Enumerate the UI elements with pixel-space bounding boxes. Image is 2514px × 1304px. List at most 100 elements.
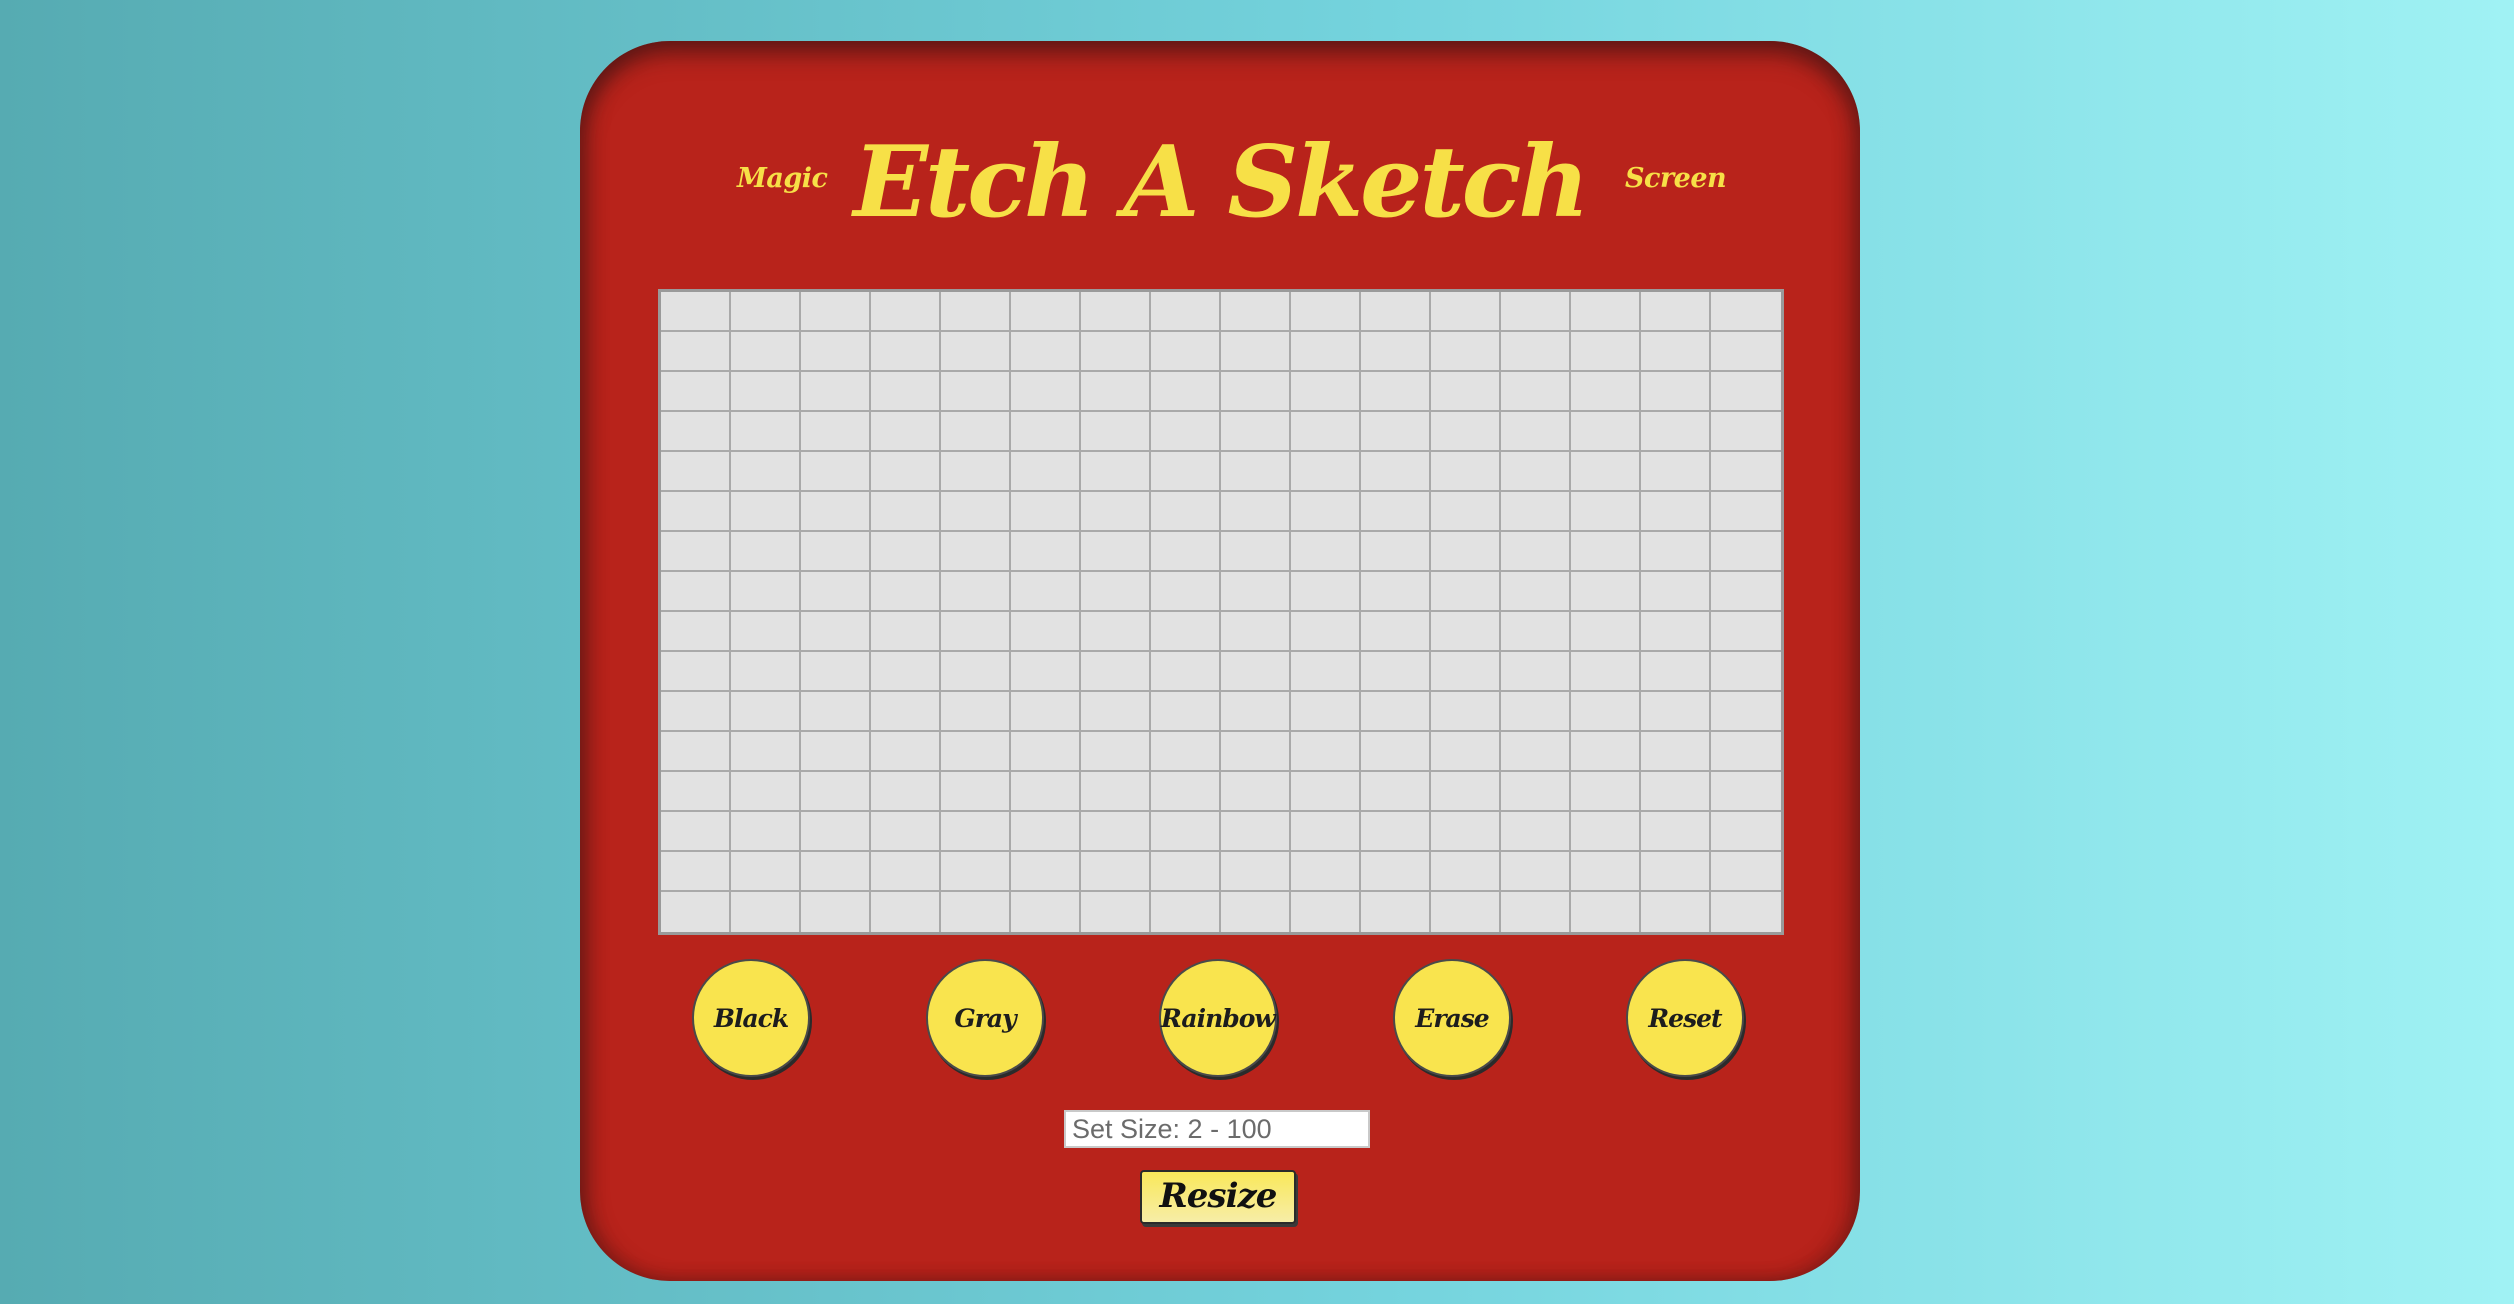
grid-cell[interactable] (1081, 732, 1151, 772)
grid-cell[interactable] (731, 772, 801, 812)
grid-cell[interactable] (1081, 332, 1151, 372)
grid-cell[interactable] (1431, 332, 1501, 372)
grid-cell[interactable] (1711, 412, 1781, 452)
grid-cell[interactable] (801, 652, 871, 692)
grid-cell[interactable] (661, 732, 731, 772)
black-button[interactable]: Black (692, 959, 810, 1077)
grid-cell[interactable] (1571, 812, 1641, 852)
grid-cell[interactable] (1221, 572, 1291, 612)
grid-cell[interactable] (1571, 732, 1641, 772)
grid-cell[interactable] (1571, 492, 1641, 532)
grid-cell[interactable] (1081, 492, 1151, 532)
grid-cell[interactable] (1081, 412, 1151, 452)
grid-cell[interactable] (1291, 372, 1361, 412)
grid-cell[interactable] (1011, 692, 1081, 732)
grid-cell[interactable] (1571, 852, 1641, 892)
grid-cell[interactable] (1641, 332, 1711, 372)
grid-size-input[interactable] (1064, 1110, 1370, 1148)
grid-cell[interactable] (731, 532, 801, 572)
grid-cell[interactable] (1081, 292, 1151, 332)
grid-cell[interactable] (1571, 532, 1641, 572)
grid-cell[interactable] (1641, 492, 1711, 532)
grid-cell[interactable] (1711, 452, 1781, 492)
grid-cell[interactable] (1221, 812, 1291, 852)
grid-cell[interactable] (801, 892, 871, 932)
grid-cell[interactable] (1501, 332, 1571, 372)
grid-cell[interactable] (1081, 532, 1151, 572)
grid-cell[interactable] (801, 692, 871, 732)
grid-cell[interactable] (871, 692, 941, 732)
grid-cell[interactable] (941, 372, 1011, 412)
grid-cell[interactable] (1571, 772, 1641, 812)
grid-cell[interactable] (1291, 612, 1361, 652)
grid-cell[interactable] (1081, 852, 1151, 892)
grid-cell[interactable] (1431, 412, 1501, 452)
grid-cell[interactable] (1291, 732, 1361, 772)
grid-cell[interactable] (1221, 852, 1291, 892)
grid-cell[interactable] (1151, 732, 1221, 772)
grid-cell[interactable] (1011, 892, 1081, 932)
grid-cell[interactable] (661, 452, 731, 492)
grid-cell[interactable] (661, 852, 731, 892)
grid-cell[interactable] (1711, 652, 1781, 692)
grid-cell[interactable] (1431, 732, 1501, 772)
grid-cell[interactable] (871, 292, 941, 332)
grid-cell[interactable] (1501, 812, 1571, 852)
grid-cell[interactable] (731, 812, 801, 852)
grid-cell[interactable] (941, 452, 1011, 492)
grid-cell[interactable] (1361, 812, 1431, 852)
grid-cell[interactable] (941, 892, 1011, 932)
grid-cell[interactable] (941, 772, 1011, 812)
grid-cell[interactable] (1501, 532, 1571, 572)
grid-cell[interactable] (661, 692, 731, 732)
grid-cell[interactable] (1221, 612, 1291, 652)
grid-cell[interactable] (1641, 612, 1711, 652)
grid-cell[interactable] (1711, 812, 1781, 852)
grid-cell[interactable] (1221, 652, 1291, 692)
grid-cell[interactable] (1641, 652, 1711, 692)
grid-cell[interactable] (941, 732, 1011, 772)
grid-cell[interactable] (1431, 572, 1501, 612)
grid-cell[interactable] (731, 372, 801, 412)
grid-cell[interactable] (871, 852, 941, 892)
grid-cell[interactable] (1571, 892, 1641, 932)
grid-cell[interactable] (1291, 772, 1361, 812)
grid-cell[interactable] (1711, 732, 1781, 772)
grid-cell[interactable] (871, 732, 941, 772)
grid-cell[interactable] (1361, 612, 1431, 652)
grid-cell[interactable] (661, 772, 731, 812)
grid-cell[interactable] (731, 452, 801, 492)
grid-cell[interactable] (1711, 612, 1781, 652)
grid-cell[interactable] (661, 332, 731, 372)
grid-cell[interactable] (731, 492, 801, 532)
grid-cell[interactable] (1501, 892, 1571, 932)
grid-cell[interactable] (1431, 372, 1501, 412)
grid-cell[interactable] (1431, 692, 1501, 732)
grid-cell[interactable] (1641, 572, 1711, 612)
grid-cell[interactable] (871, 612, 941, 652)
resize-button[interactable]: Resize (1140, 1170, 1296, 1224)
grid-cell[interactable] (1291, 812, 1361, 852)
grid-cell[interactable] (1431, 612, 1501, 652)
grid-cell[interactable] (1711, 852, 1781, 892)
grid-cell[interactable] (731, 652, 801, 692)
grid-cell[interactable] (1711, 772, 1781, 812)
grid-cell[interactable] (1571, 692, 1641, 732)
grid-cell[interactable] (1361, 892, 1431, 932)
grid-cell[interactable] (1641, 372, 1711, 412)
grid-cell[interactable] (1081, 372, 1151, 412)
grid-cell[interactable] (731, 572, 801, 612)
grid-cell[interactable] (1151, 852, 1221, 892)
grid-cell[interactable] (1221, 452, 1291, 492)
grid-cell[interactable] (1571, 612, 1641, 652)
grid-cell[interactable] (1151, 412, 1221, 452)
grid-cell[interactable] (1291, 532, 1361, 572)
grid-cell[interactable] (1431, 492, 1501, 532)
grid-cell[interactable] (1361, 652, 1431, 692)
grid-cell[interactable] (661, 812, 731, 852)
grid-cell[interactable] (801, 332, 871, 372)
grid-cell[interactable] (1291, 692, 1361, 732)
grid-cell[interactable] (1011, 812, 1081, 852)
grid-cell[interactable] (941, 812, 1011, 852)
grid-cell[interactable] (1011, 412, 1081, 452)
